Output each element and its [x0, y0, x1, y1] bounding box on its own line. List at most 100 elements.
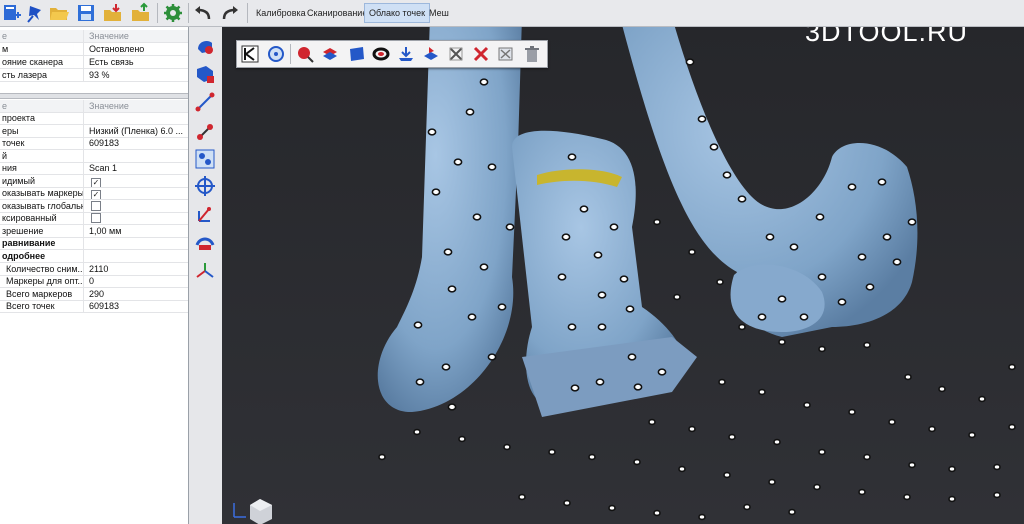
select-layers-icon[interactable]: [320, 44, 340, 64]
scanner-table-header: е Значение: [0, 30, 188, 43]
delete-selected-icon[interactable]: [471, 44, 491, 64]
select-scan-icon[interactable]: [194, 35, 216, 57]
point-cloud-render[interactable]: [222, 27, 1024, 524]
marker-dot: [627, 353, 637, 361]
clear-selection-icon[interactable]: [496, 44, 516, 64]
undo-icon[interactable]: [192, 2, 214, 24]
show-markers-checkbox[interactable]: ✓: [91, 190, 101, 199]
measure-distance-icon[interactable]: [194, 91, 216, 113]
marker-dot: [595, 378, 605, 386]
exit-edit-icon[interactable]: [240, 44, 260, 64]
3d-viewport[interactable]: 3DTOOL.RU: [222, 27, 1024, 524]
property-name: оказывать маркеры: [2, 187, 84, 199]
auto-align-icon[interactable]: [194, 231, 216, 253]
marker-dot: [1008, 423, 1016, 431]
property-name: проекта: [0, 112, 84, 124]
lasso-ring-icon[interactable]: [371, 44, 391, 64]
tab-calibration[interactable]: Калибровка: [252, 4, 310, 22]
select-point-icon[interactable]: [295, 44, 315, 64]
table-row[interactable]: ояние сканера Есть связь: [0, 56, 188, 69]
save-icon[interactable]: [75, 2, 97, 24]
table-row[interactable]: проекта: [0, 112, 188, 125]
fixed-checkbox[interactable]: [91, 213, 101, 223]
export-icon[interactable]: [130, 2, 152, 24]
properties-panel: е Значение м Остановлено ояние сканера Е…: [0, 27, 189, 524]
marker-dot: [458, 435, 466, 443]
marker-dot: [857, 253, 867, 261]
marker-dot: [673, 293, 681, 301]
property-value: [86, 237, 188, 249]
transform-icon[interactable]: [194, 148, 216, 170]
pin-icon[interactable]: [25, 2, 47, 24]
marker-dot: [441, 363, 451, 371]
marker-dot: [815, 213, 825, 221]
invert-selection-icon[interactable]: [421, 44, 441, 64]
marker-dot: [505, 223, 515, 231]
marker-dot: [837, 298, 847, 306]
deselect-icon[interactable]: [446, 44, 466, 64]
marker-dot: [653, 218, 661, 226]
show-global-checkbox[interactable]: [91, 201, 101, 211]
property-value[interactable]: Scan 1: [86, 162, 188, 174]
table-row[interactable]: ксированный: [0, 212, 188, 225]
marker-dot: [579, 205, 589, 213]
tab-mesh[interactable]: Меш: [425, 4, 453, 22]
marker-dot: [738, 323, 746, 331]
marker-dot: [803, 401, 811, 409]
marker-dot: [892, 258, 902, 266]
marker-dot: [633, 458, 641, 466]
marker-dot: [813, 483, 821, 491]
select-plane-icon[interactable]: [347, 44, 367, 64]
trash-icon[interactable]: [522, 44, 542, 64]
marker-dot: [609, 223, 619, 231]
table-row[interactable]: м Остановлено: [0, 43, 188, 56]
marker-dot: [938, 385, 946, 393]
import-icon[interactable]: [102, 2, 124, 24]
align-points-icon[interactable]: [194, 121, 216, 143]
panel-splitter[interactable]: [0, 93, 188, 99]
cut-below-icon[interactable]: [396, 44, 416, 64]
marker-dot: [993, 463, 1001, 471]
delete-scan-icon[interactable]: [194, 63, 216, 85]
axes-icon[interactable]: [194, 260, 216, 282]
settings-gear-icon[interactable]: [162, 2, 184, 24]
marker-dot: [625, 305, 635, 313]
property-value: Есть связь: [89, 57, 134, 67]
target-marker-icon[interactable]: [194, 175, 216, 197]
toolbar-separator: [157, 3, 158, 23]
property-name: идимый: [0, 175, 84, 187]
open-folder-icon[interactable]: [48, 2, 70, 24]
table-row[interactable]: сть лазера 93 %: [0, 69, 188, 82]
coordinate-axis-icon[interactable]: [194, 203, 216, 225]
group-row[interactable]: равнивание: [0, 237, 188, 250]
marker-dot: [758, 388, 766, 396]
marker-dot: [453, 158, 463, 166]
property-value: [86, 200, 188, 212]
marker-dot: [378, 453, 386, 461]
new-project-icon[interactable]: [1, 2, 23, 24]
redo-icon[interactable]: [219, 2, 241, 24]
marker-dot: [863, 341, 871, 349]
marker-dot: [788, 508, 796, 516]
marker-dot: [465, 108, 475, 116]
property-name: точек: [0, 137, 84, 149]
property-value[interactable]: Низкий (Пленка) 6.0 ...: [86, 125, 188, 137]
table-row[interactable]: точек 609183: [0, 137, 188, 150]
table-row[interactable]: оказывать маркеры ✓: [0, 187, 188, 200]
table-row[interactable]: Маркеры для опт... 0: [0, 275, 188, 288]
marker-dot: [593, 251, 603, 259]
marker-dot: [561, 233, 571, 241]
group-row[interactable]: одробнее: [0, 250, 188, 263]
marker-dot: [928, 425, 936, 433]
marker-dot: [709, 143, 719, 151]
visible-checkbox[interactable]: ✓: [91, 178, 101, 187]
column-header-value: Значение: [89, 31, 129, 41]
rotate-view-icon[interactable]: [266, 44, 286, 64]
tab-point-cloud[interactable]: Облако точек: [364, 3, 431, 23]
marker-dot: [570, 384, 580, 392]
tab-scanning[interactable]: Сканирование: [303, 4, 371, 22]
property-value[interactable]: 1,00 мм: [86, 225, 188, 237]
table-row[interactable]: ния Scan 1: [0, 162, 188, 175]
table-row[interactable]: Всего точек 609183: [0, 300, 188, 313]
main-toolbar: Калибровка Сканирование Облако точек Меш: [0, 0, 1024, 27]
